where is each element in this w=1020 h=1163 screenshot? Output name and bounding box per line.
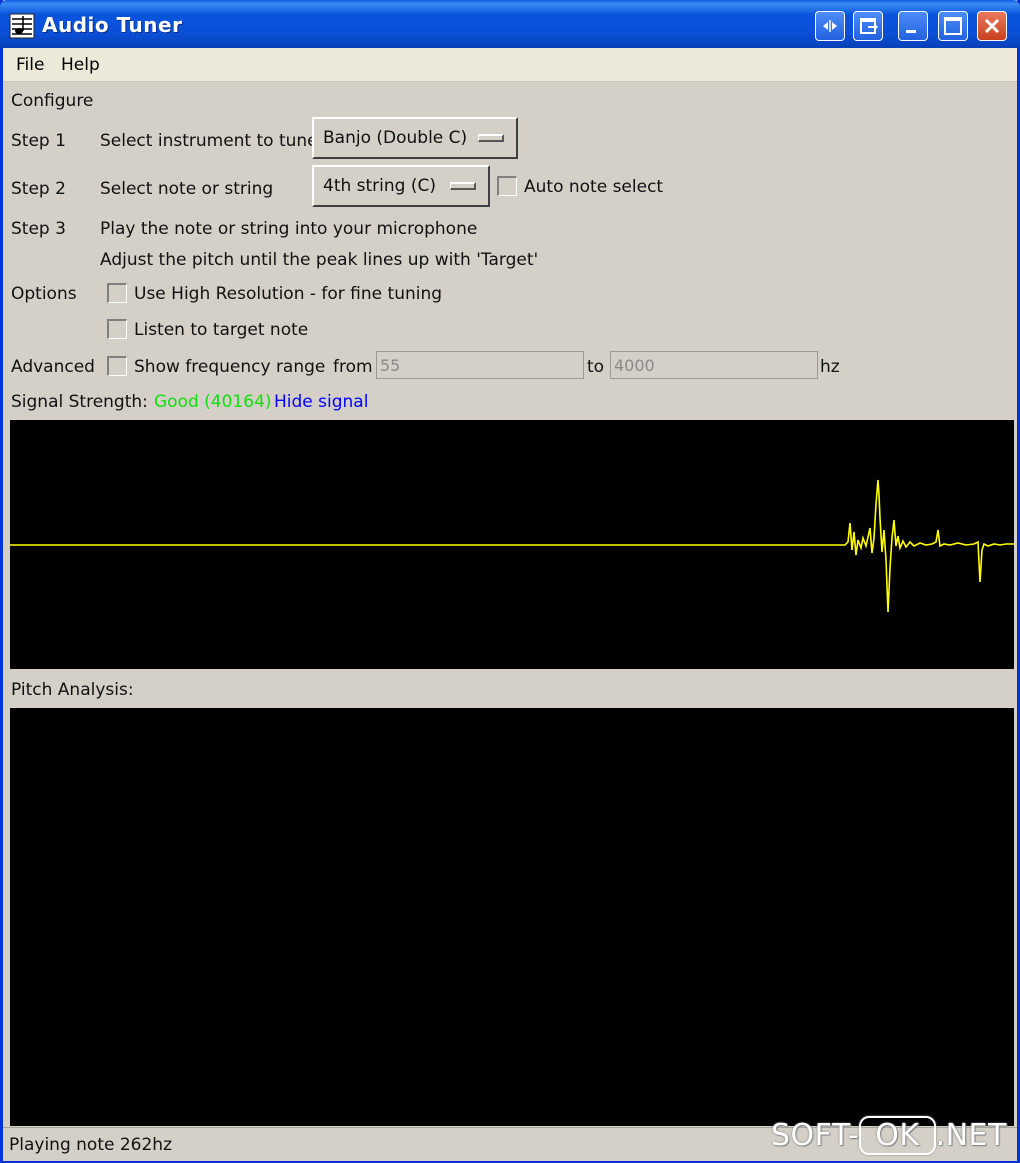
from-label: from: [333, 357, 373, 377]
step2-text: Select note or string: [100, 179, 274, 199]
step3-line2: Adjust the pitch until the peak lines up…: [100, 250, 539, 270]
close-button[interactable]: [977, 11, 1007, 41]
arrows-icon: [823, 20, 837, 32]
signal-strength-value: Good (40164): [154, 392, 272, 412]
restore-button[interactable]: [853, 11, 883, 41]
status-text: Playing note 262hz: [9, 1135, 172, 1155]
high-resolution-label: Use High Resolution - for fine tuning: [134, 284, 443, 304]
hide-signal-link[interactable]: Hide signal: [274, 392, 368, 412]
signal-waveform-line: [10, 479, 1014, 613]
minimize-button[interactable]: [898, 11, 928, 41]
restore-icon: [860, 18, 878, 34]
from-frequency-field[interactable]: [376, 351, 584, 379]
instrument-select-value: Banjo (Double C): [323, 128, 468, 148]
to-frequency-input[interactable]: [611, 352, 817, 378]
auto-note-label: Auto note select: [524, 177, 664, 197]
watermark-left: SOFT-: [771, 1118, 860, 1153]
advanced-label: Advanced: [11, 357, 95, 377]
note-select-value: 4th string (C): [323, 176, 436, 196]
step3-label: Step 3: [11, 219, 66, 239]
audio-tuner-window: Audio Tuner File Help Configure Step 1 S…: [0, 0, 1020, 1163]
waveform-plot: [10, 479, 1014, 613]
step1-text: Select instrument to tune: [100, 131, 318, 151]
tuner-app-icon: [9, 13, 35, 39]
select-grip-icon: [478, 134, 504, 142]
select-grip-icon: [450, 182, 476, 190]
signal-strength-label: Signal Strength:: [11, 392, 148, 412]
arrows-button[interactable]: [815, 11, 845, 41]
high-resolution-checkbox[interactable]: [107, 283, 127, 303]
pitch-analysis-display: [10, 708, 1014, 1126]
soft-ok-watermark: SOFT- OK .NET: [771, 1116, 1007, 1156]
instrument-select[interactable]: Banjo (Double C): [312, 117, 518, 159]
maximize-icon: [944, 17, 962, 35]
menu-bar: File Help: [3, 48, 1017, 82]
show-range-label: Show frequency range: [134, 357, 326, 377]
listen-target-checkbox[interactable]: [107, 319, 127, 339]
watermark-right: .NET: [935, 1118, 1007, 1153]
window-title: Audio Tuner: [42, 13, 183, 37]
listen-target-label: Listen to target note: [134, 320, 309, 340]
title-bar[interactable]: Audio Tuner: [0, 0, 1020, 48]
step1-label: Step 1: [11, 131, 66, 151]
pitch-analysis-label: Pitch Analysis:: [11, 680, 134, 700]
signal-waveform-display: [10, 420, 1014, 669]
note-select[interactable]: 4th string (C): [312, 165, 490, 207]
hz-unit-label: hz: [820, 357, 840, 377]
to-label: to: [587, 357, 605, 377]
step2-label: Step 2: [11, 179, 66, 199]
menu-help[interactable]: Help: [61, 55, 100, 75]
from-frequency-input[interactable]: [377, 352, 583, 378]
show-range-checkbox[interactable]: [107, 356, 127, 376]
watermark-box: OK: [859, 1116, 936, 1155]
close-icon: [984, 18, 1000, 34]
to-frequency-field[interactable]: [610, 351, 818, 379]
minimize-icon: [906, 30, 916, 33]
menu-file[interactable]: File: [16, 55, 44, 75]
maximize-button[interactable]: [938, 11, 968, 41]
options-label: Options: [11, 284, 77, 304]
configure-heading: Configure: [11, 91, 94, 111]
auto-note-checkbox[interactable]: [497, 176, 517, 196]
step3-line1: Play the note or string into your microp…: [100, 219, 478, 239]
